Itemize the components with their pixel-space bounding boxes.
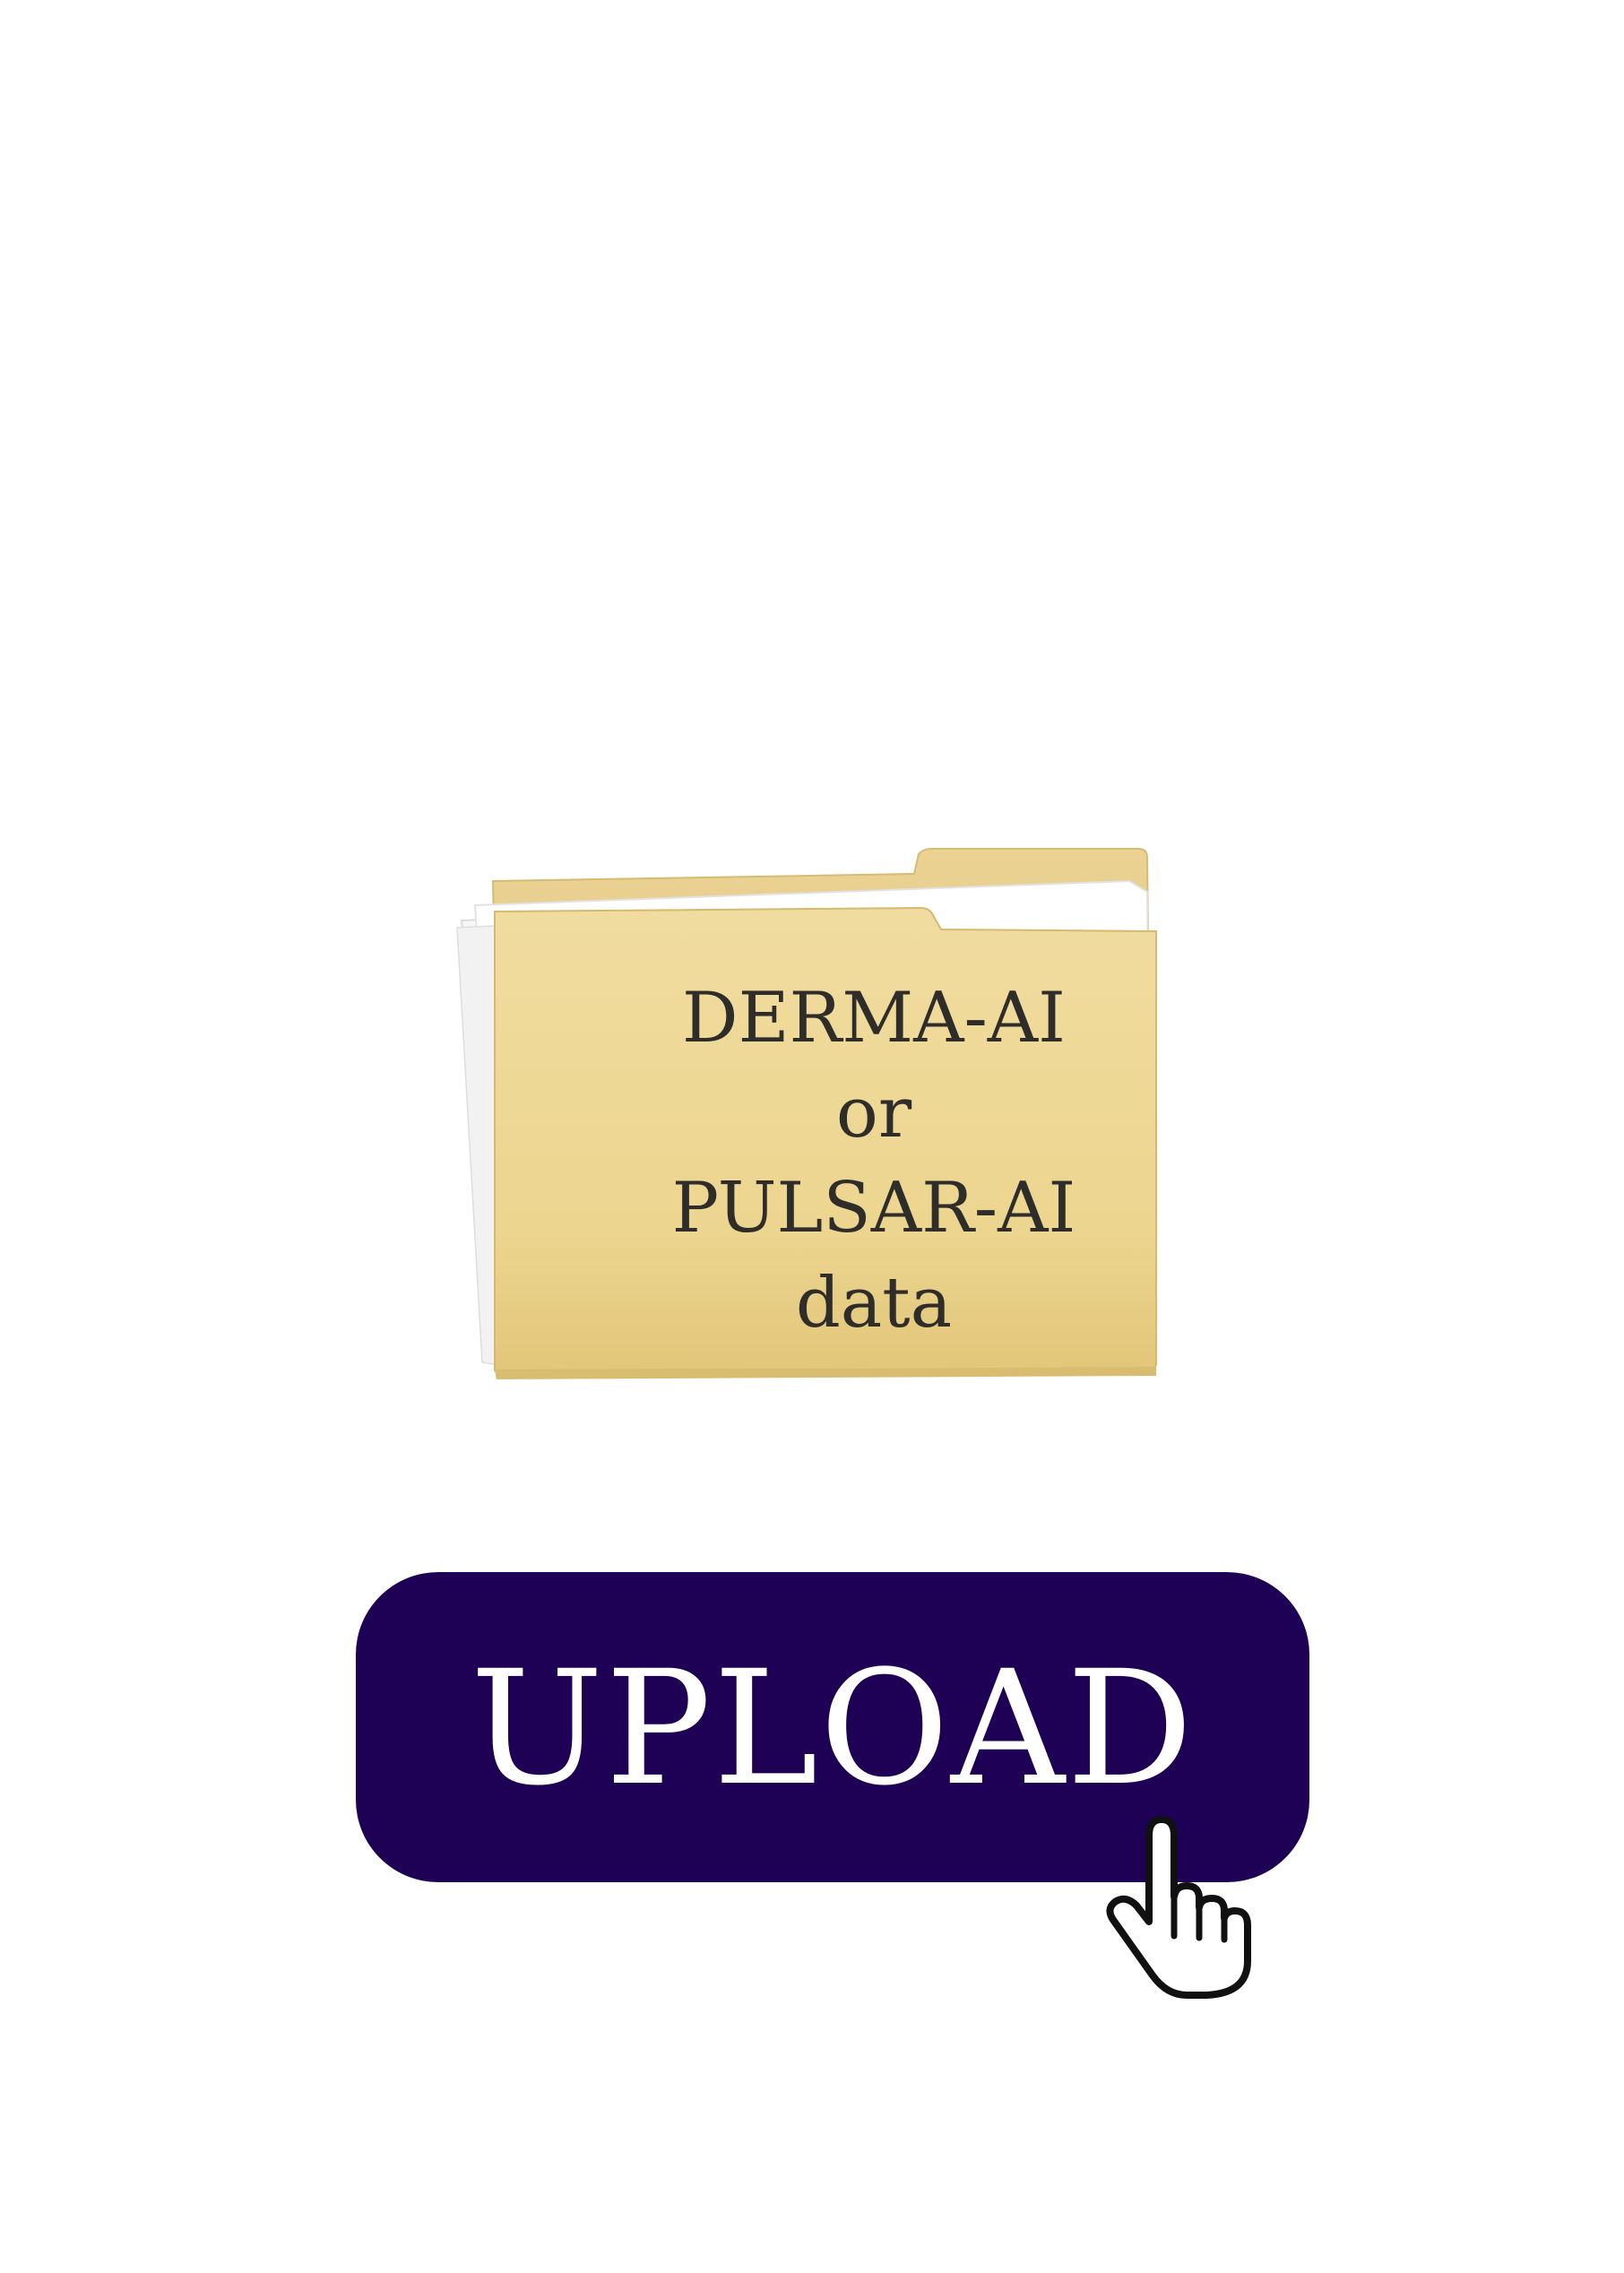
upload-button-label: UPLOAD xyxy=(470,1637,1196,1820)
folder-label-line-2: or xyxy=(835,1073,912,1154)
folder-label-line-4: data xyxy=(795,1263,953,1344)
pointer-hand-icon xyxy=(1106,1816,1251,1999)
folder-label: DERMA-AI or PULSAR-AI data xyxy=(636,971,1111,1351)
folder-label-line-3: PULSAR-AI xyxy=(671,1168,1076,1249)
folder-icon: DERMA-AI or PULSAR-AI data xyxy=(439,838,1174,1412)
folder-label-line-1: DERMA-AI xyxy=(682,978,1066,1059)
